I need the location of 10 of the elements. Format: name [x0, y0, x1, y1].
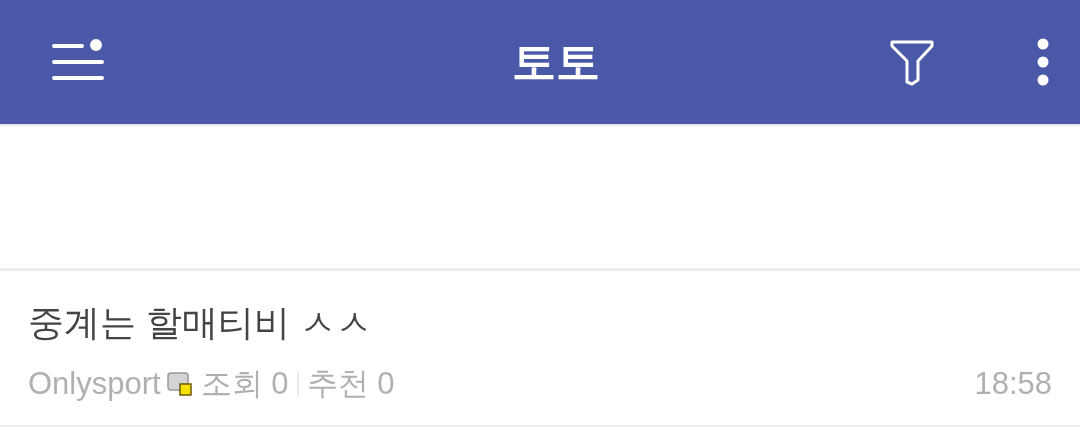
more-options-icon[interactable]: [1036, 38, 1050, 86]
recommend-count: 추천 0: [306, 365, 395, 403]
post-time: 18:58: [974, 366, 1052, 402]
filter-icon[interactable]: [888, 38, 936, 86]
member-level-icon: [166, 371, 193, 397]
post-title: 중계는 할매티비 ㅅㅅ: [28, 301, 373, 345]
author-name: Onlysport: [28, 366, 161, 402]
view-count: 조회 0: [200, 365, 289, 403]
app-title: 토토: [511, 35, 601, 88]
post-item[interactable]: 중계는 할매티비 ㅅㅅ Onlysport 조회 0 추천 0 18:58: [0, 271, 1080, 427]
